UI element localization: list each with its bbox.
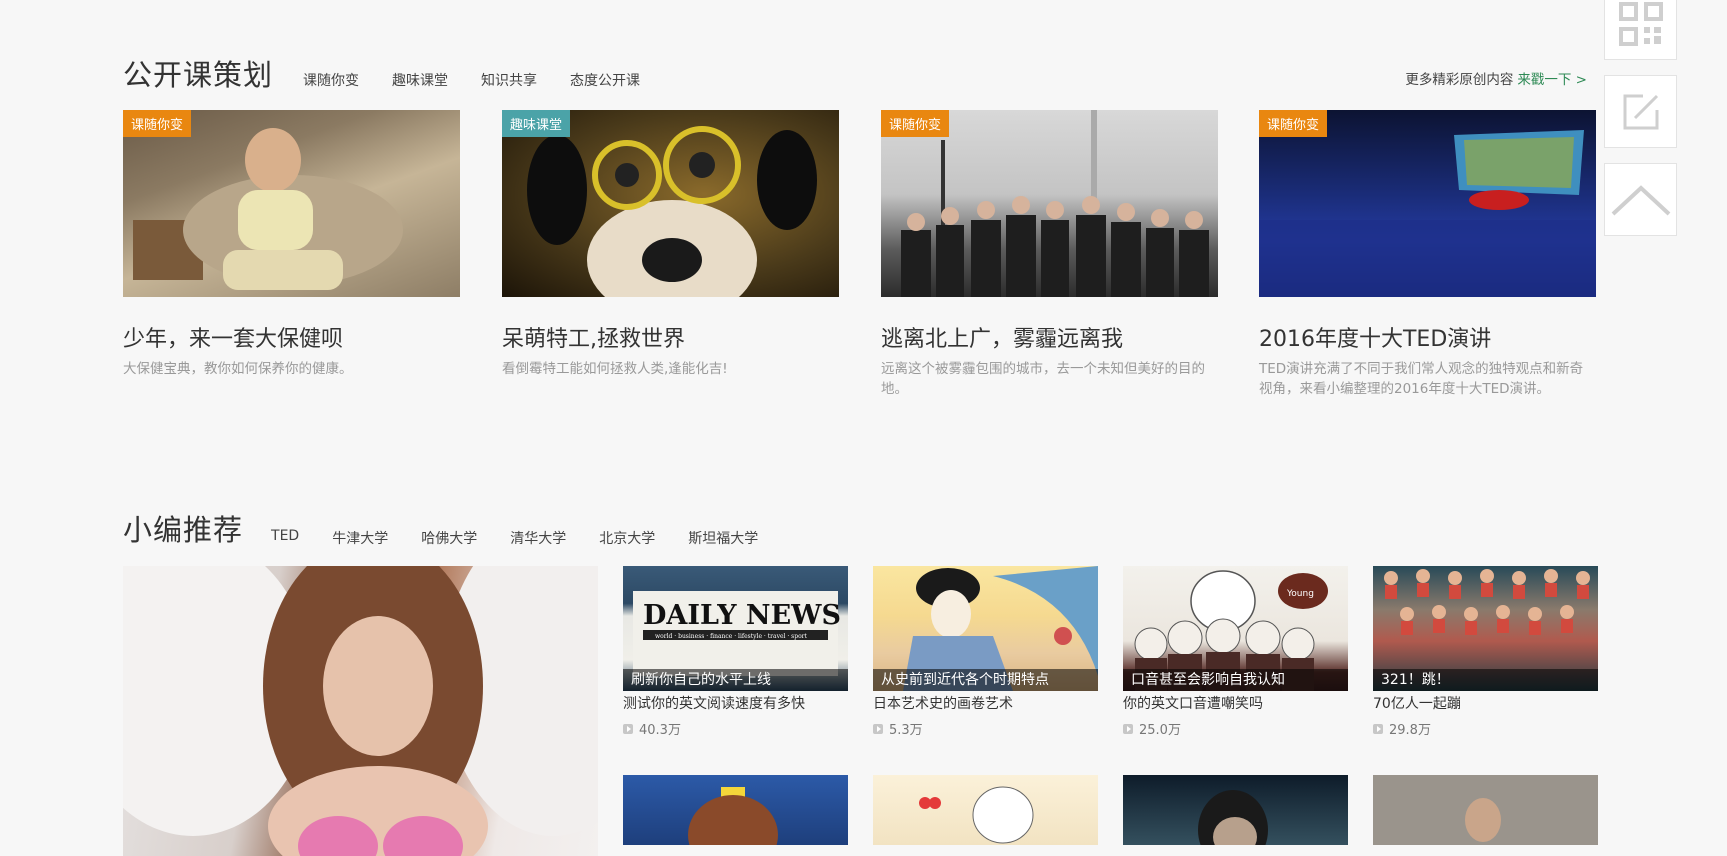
video-thumbnail[interactable]: 321！跳！	[1373, 566, 1598, 691]
section-title: 公开课策划	[123, 58, 274, 92]
card-description: TED演讲充满了不同于我们常人观念的独特观点和新奇视角，来看小编整理的2016年…	[1259, 361, 1584, 397]
course-card: 课随你变 逃离北上广，雾霾远离我 远离这个被雾霾包围的城市，去一个未知但美好的目…	[881, 110, 1218, 399]
course-card: 课随你变 2016年度十大TED演讲 TED演讲充满了不同于我们常人观念的独特观…	[1259, 110, 1596, 399]
card-thumbnail[interactable]: 趣味课堂	[502, 110, 839, 297]
video-card: DAILY NEWS world · business · finance · …	[623, 566, 848, 738]
newspaper-heading: DAILY NEWS	[643, 600, 841, 631]
section-header-recommend: 小编推荐 TED 牛津大学 哈佛大学 清华大学 北京大学 斯坦福大学	[123, 507, 791, 549]
video-title[interactable]: 你的英文口音遭嘲笑吗	[1123, 693, 1348, 713]
more-content: 更多精彩原创内容 来戳一下 >	[1405, 68, 1587, 88]
more-link[interactable]: 来戳一下 >	[1517, 72, 1587, 88]
section-tabs: TED 牛津大学 哈佛大学 清华大学 北京大学 斯坦福大学	[271, 528, 791, 548]
video-thumbnail[interactable]	[1373, 775, 1598, 845]
video-title[interactable]: 测试你的英文阅读速度有多快	[623, 693, 848, 713]
qr-code-button[interactable]	[1604, 0, 1677, 60]
tab-4[interactable]: 态度公开课	[570, 70, 640, 90]
video-thumbnail[interactable]: Young 口音甚至会影响自我认知	[1123, 566, 1348, 691]
course-card: 趣味课堂 呆萌特工,拯救世界 看倒霉特工能如何拯救人类,逢能化吉!	[502, 110, 839, 379]
video-card: 从史前到近代各个时期特点 日本艺术史的画卷艺术 5.3万	[873, 566, 1098, 738]
tab-1[interactable]: 课随你变	[303, 70, 359, 90]
video-caption: 321！跳！	[1373, 669, 1598, 691]
back-to-top-icon	[1611, 184, 1670, 215]
tab-tsinghua[interactable]: 清华大学	[510, 528, 566, 548]
edit-icon	[1623, 94, 1658, 129]
video-caption: 口音甚至会影响自我认知	[1123, 669, 1348, 691]
tab-ted[interactable]: TED	[271, 528, 299, 548]
view-count-value: 25.0万	[1139, 723, 1181, 738]
card-description: 远离这个被雾霾包围的城市，去一个未知但美好的目的地。	[881, 361, 1205, 397]
section-tabs: 课随你变 趣味课堂 知识共享 态度公开课	[303, 70, 673, 90]
card-tag: 趣味课堂	[502, 110, 571, 137]
video-title[interactable]: 日本艺术史的画卷艺术	[873, 693, 1098, 713]
view-count: 40.3万	[623, 719, 848, 738]
newspaper-subheading: world · business · finance · lifestyle ·…	[655, 633, 808, 640]
card-title[interactable]: 呆萌特工,拯救世界	[502, 321, 839, 353]
video-thumbnail[interactable]	[873, 775, 1098, 845]
speech-bubble-text: Young	[1286, 589, 1314, 599]
tab-2[interactable]: 趣味课堂	[392, 70, 448, 90]
view-count-value: 40.3万	[639, 723, 681, 738]
view-count: 5.3万	[873, 719, 1098, 738]
card-title[interactable]: 少年，来一套大保健呗	[123, 321, 460, 353]
video-thumbnail[interactable]: DAILY NEWS world · business · finance · …	[623, 566, 848, 691]
video-card: 321！跳！ 70亿人一起蹦 29.8万	[1373, 566, 1598, 738]
card-image	[123, 110, 460, 297]
card-thumbnail[interactable]: 课随你变	[881, 110, 1218, 297]
card-thumbnail[interactable]: 课随你变	[123, 110, 460, 297]
qr-code-icon	[1618, 1, 1663, 46]
card-tag: 课随你变	[123, 110, 192, 137]
card-image	[881, 110, 1218, 297]
tab-oxford[interactable]: 牛津大学	[332, 528, 388, 548]
tab-3[interactable]: 知识共享	[481, 70, 537, 90]
card-description: 看倒霉特工能如何拯救人类,逢能化吉!	[502, 361, 728, 377]
section-header-open-courses: 公开课策划 课随你变 趣味课堂 知识共享 态度公开课	[123, 52, 673, 94]
play-icon	[1123, 723, 1133, 734]
card-image	[1259, 110, 1596, 297]
card-title[interactable]: 逃离北上广，雾霾远离我	[881, 321, 1218, 353]
video-title[interactable]: 70亿人一起蹦	[1373, 693, 1598, 713]
card-image	[502, 110, 839, 297]
video-caption: 刷新你自己的水平上线	[623, 669, 848, 691]
video-card: Young 口音甚至会影响自我认知 你的英文口音遭嘲笑吗 25.0万	[1123, 566, 1348, 738]
play-icon	[873, 723, 883, 734]
back-to-top-button[interactable]	[1604, 163, 1677, 236]
play-icon	[623, 723, 633, 734]
view-count-value: 5.3万	[889, 723, 923, 738]
tab-harvard[interactable]: 哈佛大学	[421, 528, 477, 548]
view-count-value: 29.8万	[1389, 723, 1431, 738]
view-count: 29.8万	[1373, 719, 1598, 738]
card-title[interactable]: 2016年度十大TED演讲	[1259, 321, 1596, 353]
section-title: 小编推荐	[123, 513, 244, 547]
card-thumbnail[interactable]: 课随你变	[1259, 110, 1596, 297]
card-description: 大保健宝典，教你如何保养你的健康。	[123, 361, 353, 377]
edit-button[interactable]	[1604, 75, 1677, 148]
card-tag: 课随你变	[881, 110, 950, 137]
tab-stanford[interactable]: 斯坦福大学	[688, 528, 758, 548]
video-caption: 从史前到近代各个时期特点	[873, 669, 1098, 691]
card-tag: 课随你变	[1259, 110, 1328, 137]
tab-peking[interactable]: 北京大学	[599, 528, 655, 548]
video-thumbnail[interactable]	[1123, 775, 1348, 845]
course-card: 课随你变 少年，来一套大保健呗 大保健宝典，教你如何保养你的健康。	[123, 110, 460, 379]
featured-image[interactable]	[123, 566, 598, 856]
video-thumbnail[interactable]	[623, 775, 848, 845]
view-count: 25.0万	[1123, 719, 1348, 738]
play-icon	[1373, 723, 1383, 734]
video-thumbnail[interactable]: 从史前到近代各个时期特点	[873, 566, 1098, 691]
more-text: 更多精彩原创内容	[1405, 72, 1514, 88]
